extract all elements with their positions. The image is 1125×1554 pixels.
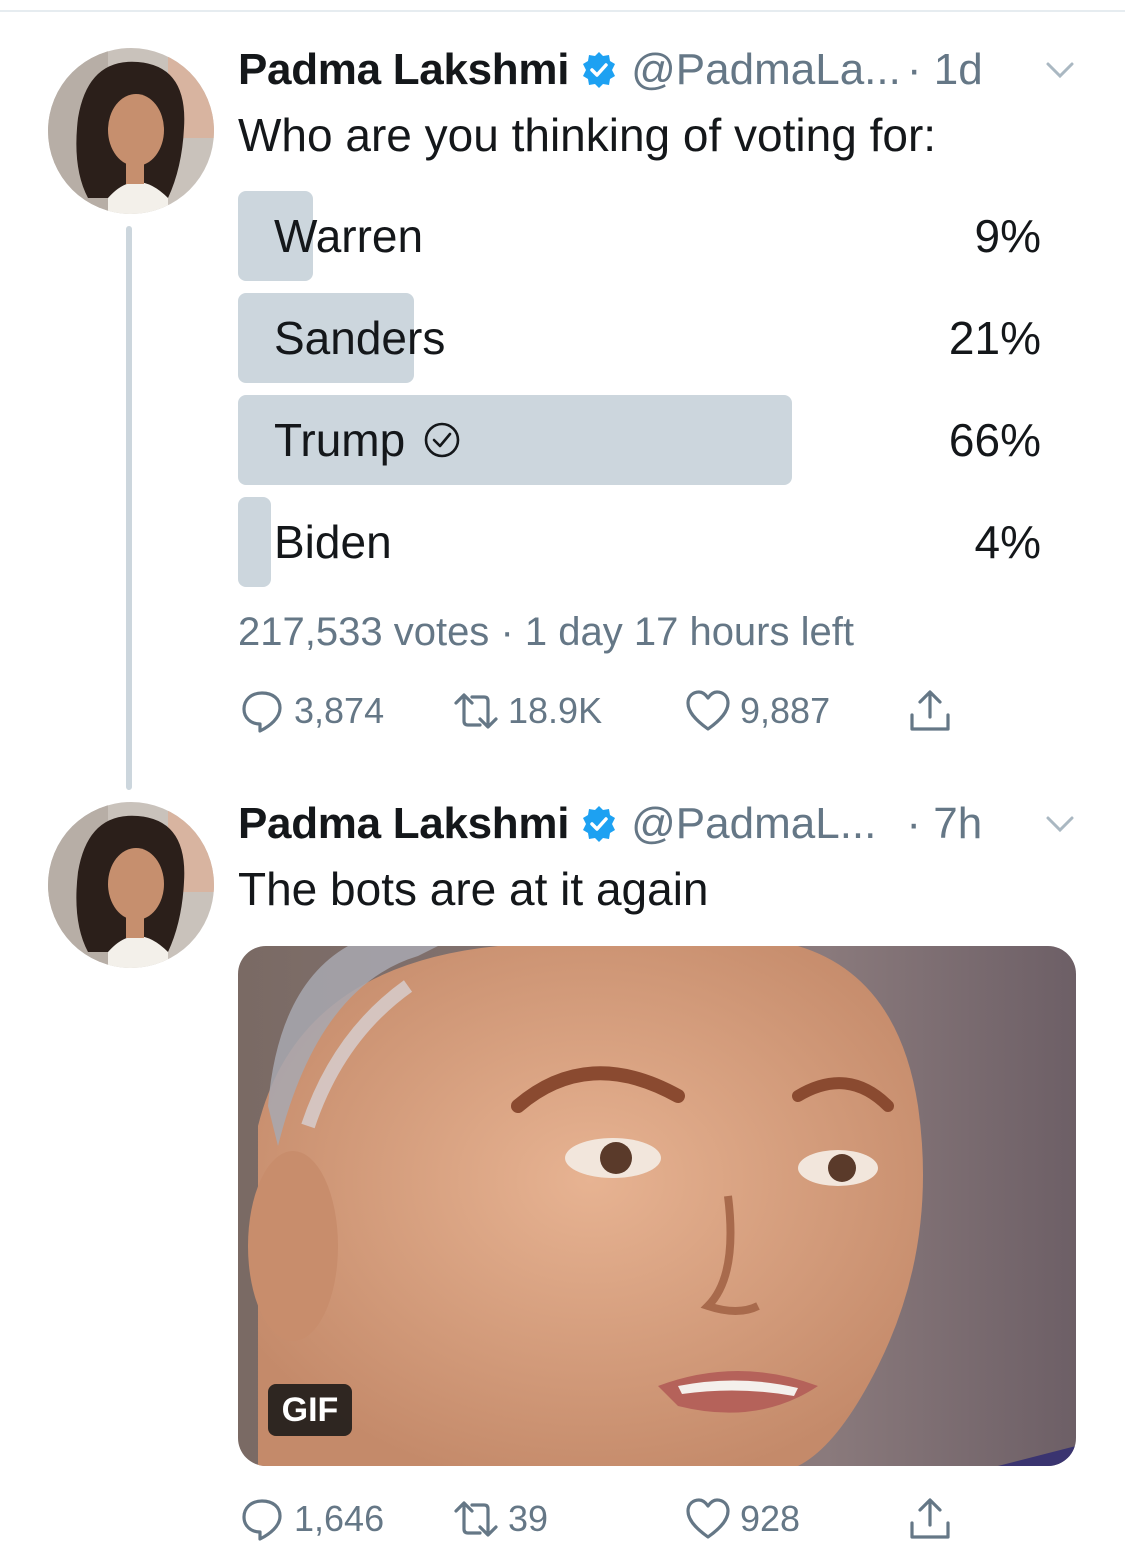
verified-badge-icon bbox=[583, 806, 616, 842]
poll-meta: 217,533 votes · 1 day 17 hours left bbox=[238, 610, 854, 655]
author-handle[interactable]: @PadmaLa... bbox=[631, 45, 901, 95]
poll-option-percent: 66% bbox=[948, 414, 1041, 466]
author-handle[interactable]: @PadmaL... bbox=[631, 799, 876, 849]
timestamp[interactable]: · 7h bbox=[906, 799, 982, 849]
poll-time-left: · 1 day 17 hours left bbox=[500, 610, 854, 654]
tweet-header: Padma Lakshmi @PadmaLa... · 1d bbox=[238, 44, 983, 96]
poll-vote-count: 217,533 votes bbox=[238, 610, 490, 654]
retweet-count: 18.9K bbox=[508, 690, 603, 731]
reply-count: 3,874 bbox=[294, 690, 385, 731]
reply-icon bbox=[242, 691, 282, 733]
share-button[interactable] bbox=[906, 686, 962, 736]
robot-face-image bbox=[238, 946, 1076, 1466]
tweet-text: The bots are at it again bbox=[238, 863, 709, 915]
share-button[interactable] bbox=[906, 1494, 962, 1544]
poll-option-percent: 21% bbox=[948, 312, 1041, 364]
avatar[interactable] bbox=[48, 802, 214, 968]
like-icon bbox=[686, 1498, 730, 1539]
author-name[interactable]: Padma Lakshmi bbox=[238, 799, 569, 849]
like-count: 928 bbox=[740, 1498, 801, 1539]
tweet-actions: 1,646 39 928 bbox=[238, 1494, 978, 1544]
top-divider bbox=[0, 10, 1125, 12]
gif-media[interactable]: GIF bbox=[238, 946, 1076, 1466]
thread-connector-line bbox=[126, 226, 132, 790]
share-icon bbox=[910, 1498, 950, 1539]
poll-option-trump: Trump 66% bbox=[238, 395, 1041, 485]
chevron-down-icon[interactable] bbox=[1040, 56, 1080, 86]
tweet-text: Who are you thinking of voting for: bbox=[238, 109, 937, 161]
poll-option-label: Warren bbox=[274, 210, 424, 262]
share-icon bbox=[910, 690, 950, 731]
reply-count: 1,646 bbox=[294, 1498, 385, 1539]
like-button[interactable]: 928 bbox=[684, 1494, 800, 1544]
timestamp[interactable]: · 1d bbox=[907, 45, 983, 95]
poll-option-label: Trump bbox=[274, 414, 406, 466]
check-circle-icon bbox=[424, 422, 460, 458]
verified-badge-icon bbox=[583, 52, 616, 88]
poll-option-sanders: Sanders 21% bbox=[238, 293, 1041, 383]
retweet-button[interactable]: 18.9K bbox=[452, 686, 602, 736]
reply-icon bbox=[242, 1499, 282, 1541]
poll-bar bbox=[238, 497, 271, 587]
like-icon bbox=[686, 690, 730, 731]
poll-option-warren: Warren 9% bbox=[238, 191, 1041, 281]
like-button[interactable]: 9,887 bbox=[684, 686, 830, 736]
reply-button[interactable]: 1,646 bbox=[238, 1494, 384, 1544]
retweet-button[interactable]: 39 bbox=[452, 1494, 548, 1544]
retweet-count: 39 bbox=[508, 1498, 549, 1539]
chevron-down-icon[interactable] bbox=[1040, 810, 1080, 840]
poll-option-label-row: Trump bbox=[274, 395, 461, 485]
poll-option-percent: 9% bbox=[974, 210, 1041, 262]
tweet-actions: 3,874 18.9K 9,887 bbox=[238, 686, 978, 736]
retweet-icon bbox=[454, 693, 498, 729]
poll-option-label: Sanders bbox=[274, 312, 446, 364]
retweet-icon bbox=[454, 1501, 498, 1537]
gif-badge: GIF bbox=[268, 1384, 352, 1436]
reply-button[interactable]: 3,874 bbox=[238, 686, 384, 736]
poll-option-biden: Biden 4% bbox=[238, 497, 1041, 587]
author-name[interactable]: Padma Lakshmi bbox=[238, 45, 569, 95]
tweet-header: Padma Lakshmi @PadmaL... · 7h bbox=[238, 798, 982, 850]
poll-option-label: Biden bbox=[274, 516, 392, 568]
poll-option-percent: 4% bbox=[974, 516, 1041, 568]
like-count: 9,887 bbox=[740, 690, 831, 731]
avatar[interactable] bbox=[48, 48, 214, 214]
